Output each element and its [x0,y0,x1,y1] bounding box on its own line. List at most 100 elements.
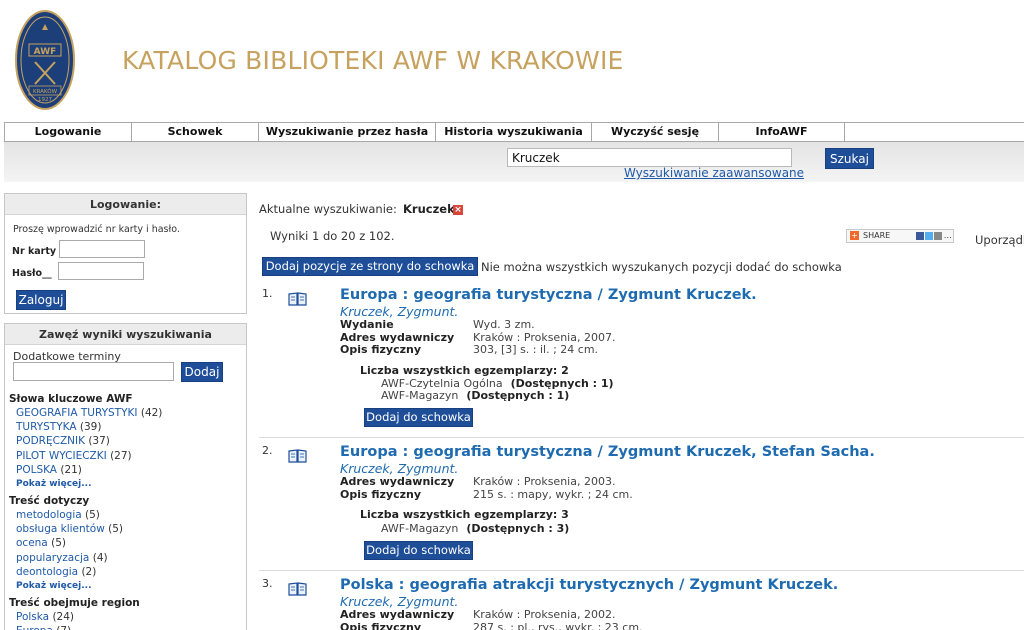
facet-item: metodologia (5) [9,508,244,522]
facet-count: (4) [92,551,108,564]
refine-panel: Zawęź wyniki wyszukiwania Dodatkowe term… [4,323,247,630]
book-icon [288,449,307,463]
nav-clipboard[interactable]: Schowek [131,123,258,141]
facet-link[interactable]: PODRĘCZNIK [16,435,85,447]
facet-link[interactable]: ocena [16,537,48,549]
password-input[interactable] [58,262,144,280]
share-plus-icon: + [850,231,859,240]
facet-count: (42) [140,407,163,419]
result-separator [259,569,1024,571]
facet-link[interactable]: TURYSTYKA [16,421,77,433]
search-input[interactable] [507,148,792,167]
search-button[interactable]: Szukaj [825,148,874,169]
holding-location: AWF-Magazyn [381,521,459,535]
login-panel: Logowanie: Proszę wprowadzić nr karty i … [4,193,247,314]
result-number: 1. [262,287,273,300]
refine-heading: Zawęź wyniki wyszukiwania [5,324,246,345]
field-label: Adres wydawniczy [340,475,455,488]
login-button[interactable]: Zaloguj [16,290,66,310]
facet-count: (5) [51,537,66,550]
sort-label[interactable]: Uporządk [975,233,1024,247]
nav-info-awf[interactable]: InfoAWF [718,123,845,141]
facet-item: deontologia (2) [9,565,244,579]
additional-terms-input[interactable] [13,362,174,381]
facet-count: (24) [52,611,75,624]
facet-count: (21) [60,463,82,476]
facet-link[interactable]: POLSKA [16,464,57,476]
facet-item: popularyzacja (4) [9,551,244,565]
result-author[interactable]: Kruczek, Zygmunt. [340,594,458,609]
current-search-term: Kruczek [403,202,455,216]
holdings-count: Liczba wszystkich egzemplarzy: 3 [360,508,569,521]
result-number: 3. [262,577,273,590]
facet-count: (5) [108,523,124,536]
logo-year: 1927 [38,97,52,103]
add-to-clipboard-button[interactable]: Dodaj do schowka [364,408,473,427]
facet-group-title: Treść obejmuje region [9,597,140,610]
logo-bottom-text: KRAKÓW [33,88,58,95]
add-page-note: Nie można wszystkich wyszukanych pozycji… [481,260,842,274]
add-to-clipboard-button[interactable]: Dodaj do schowka [364,540,473,560]
facet-link[interactable]: obsługa klientów [16,523,105,535]
facet-item: PILOT WYCIECZKI (27) [9,449,244,463]
result-separator [259,437,1024,438]
field-value: Kraków : Proksenia, 2007. [473,330,616,344]
facet-item: POLSKA (21) [9,463,244,477]
facet-item: GEOGRAFIA TURYSTYKI (42) [9,406,244,420]
facebook-icon [915,231,924,240]
field-value: Kraków : Proksenia, 2002. [473,608,616,621]
result-title[interactable]: Polska : geografia atrakcji turystycznyc… [340,577,838,593]
result-title[interactable]: Europa : geografia turystyczna / Zygmunt… [340,287,757,303]
nav-browse-by-headings[interactable]: Wyszukiwanie przez hasła [258,123,435,141]
share-button[interactable]: + SHARE … [846,229,954,243]
field-value: Kraków : Proksenia, 2003. [473,475,616,488]
holdings-count: Liczba wszystkich egzemplarzy: 2 [360,363,569,377]
email-icon [933,231,942,240]
result-field: Opis fizyczny 215 s. : mapy, wykr. ; 24 c… [340,488,633,501]
facet-link[interactable]: popularyzacja [16,552,89,564]
add-page-to-clipboard-button[interactable]: Dodaj pozycje ze strony do schowka [262,257,478,276]
show-more-link[interactable]: Pokaż więcej... [9,579,244,594]
facet-link[interactable]: deontologia [16,566,78,578]
facet-count: (37) [88,435,110,448]
awf-logo[interactable]: AWF KRAKÓW 1927 [15,10,75,110]
nav-search-history[interactable]: Historia wyszukiwania [435,123,591,141]
field-label: Adres wydawniczy [340,608,455,621]
facet-link[interactable]: GEOGRAFIA TURYSTYKI [16,407,138,419]
facet-list: Słowa kluczowe AWF GEOGRAFIA TURYSTYKI (4… [9,390,244,630]
field-label: Opis fizyczny [340,487,422,501]
holding-location: AWF-Magazyn [381,389,459,402]
result-author[interactable]: Kruczek, Zygmunt. [340,461,458,476]
result-title[interactable]: Europa : geografia turystyczna / Zygmunt… [340,444,875,460]
holding-row: AWF-Magazyn (Dostępnych : 3) [381,522,569,535]
facet-link[interactable]: PILOT WYCIECZKI [16,450,107,462]
show-more-link[interactable]: Pokaż więcej... [9,477,244,492]
add-terms-button[interactable]: Dodaj [181,362,223,382]
field-label: Wydanie [340,318,394,331]
result-field: Opis fizyczny 287 s. : pl., rys., wykr. ;… [340,621,643,630]
advanced-search-link[interactable]: Wyszukiwanie zaawansowane [624,166,804,180]
result-author[interactable]: Kruczek, Zygmunt. [340,304,458,319]
holding-row: AWF-Magazyn (Dostępnych : 1) [381,389,569,402]
field-label: Opis fizyczny [340,620,422,630]
nav-login[interactable]: Logowanie [4,123,131,141]
facet-link[interactable]: metodologia [16,509,82,521]
field-label: Adres wydawniczy [340,330,455,344]
result-field: Adres wydawniczy Kraków : Proksenia, 2003… [340,475,615,488]
facet-link[interactable]: Europa [16,625,53,630]
page-header: AWF KRAKÓW 1927 KATALOG BIBLIOTEKI AWF W… [0,0,1024,122]
facet-item: TURYSTYKA (39) [9,420,244,434]
facet-group-title: Treść dotyczy [9,495,90,508]
holding-availability: (Dostępnych : 1) [466,389,570,402]
facet-count: (7) [56,625,71,630]
nav-clear-session[interactable]: Wyczyść sesję [591,123,718,141]
twitter-icon [924,231,933,240]
share-label: SHARE [863,231,891,240]
facet-count: (5) [85,509,100,522]
more-icon: … [943,231,952,240]
facet-item: PODRĘCZNIK (37) [9,434,244,448]
facet-link[interactable]: Polska [16,611,49,623]
book-icon [288,582,307,596]
card-number-input[interactable] [59,240,145,258]
remove-term-icon[interactable]: × [453,205,463,215]
